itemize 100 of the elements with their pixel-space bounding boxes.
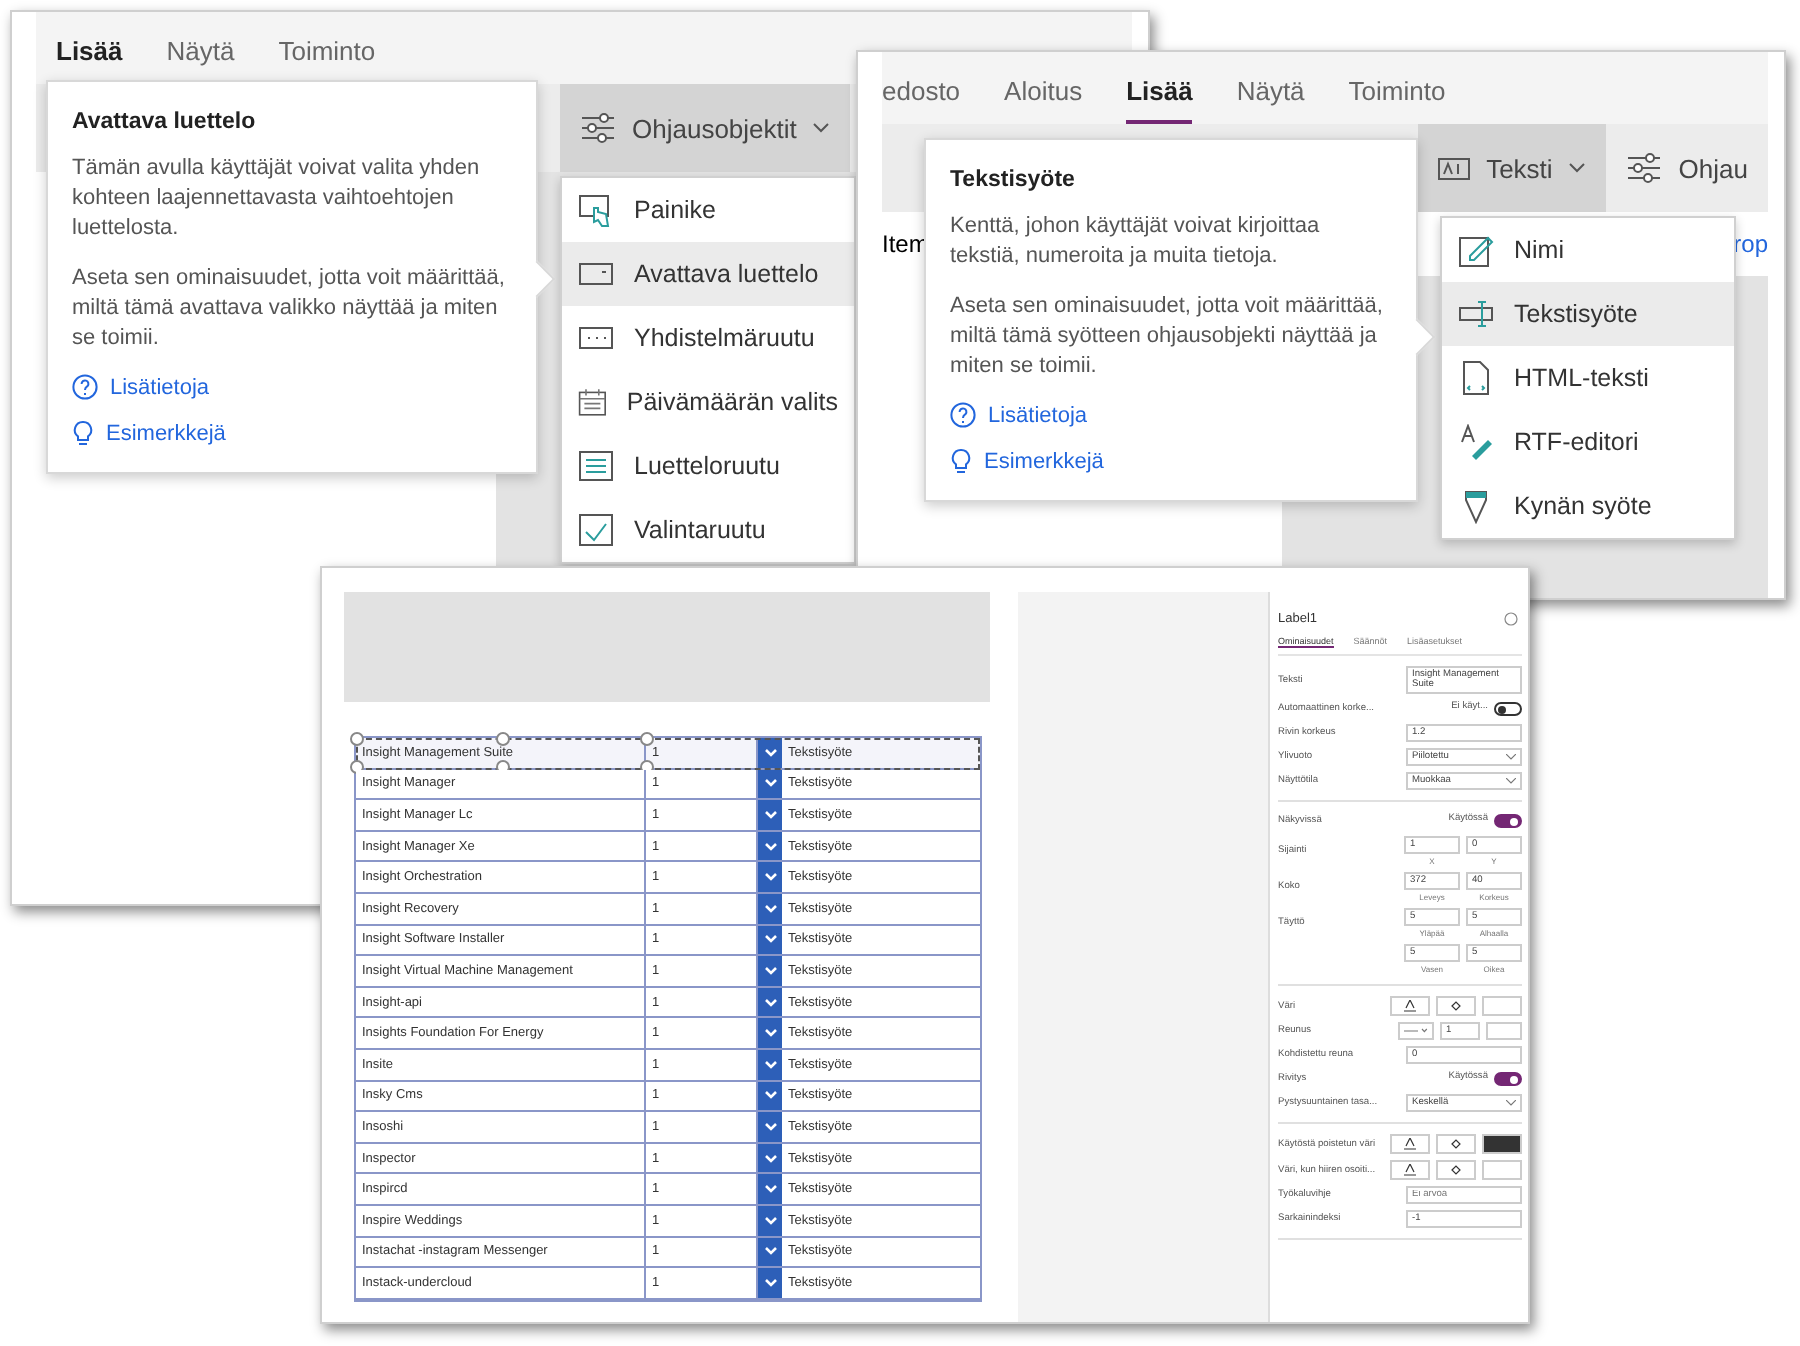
dropdown-toggle[interactable] — [758, 987, 782, 1017]
text-label-icon — [1438, 157, 1471, 179]
tooltip-text: Kenttä, johon käyttäjät voivat kirjoittaa tekstiä, numeroita ja muita tietoja. — [950, 212, 1322, 272]
font-color-icon — [1404, 1164, 1416, 1176]
sliders-icon — [580, 112, 616, 144]
chevron-down-icon — [763, 934, 777, 945]
menu-item[interactable]: Tekstisyöte — [1442, 282, 1734, 346]
fill-color-button[interactable] — [1436, 1134, 1476, 1154]
text-cursor-icon — [1458, 296, 1494, 332]
chevron-down-icon — [1506, 1100, 1516, 1106]
paint-bucket-icon — [1450, 1000, 1462, 1012]
font-color-button[interactable] — [1390, 1134, 1430, 1154]
chevron-down-icon — [763, 841, 777, 852]
checkbox-icon — [578, 514, 614, 546]
text-button[interactable]: Teksti — [1418, 124, 1607, 212]
ribbon-tab[interactable]: edosto — [882, 76, 961, 124]
tooltip-link[interactable]: Lisätietoja — [72, 374, 210, 400]
menu-item[interactable]: HTML-teksti — [1442, 346, 1734, 410]
ribbon-tab[interactable]: Toiminto — [278, 36, 376, 84]
chevron-down-icon — [763, 1153, 777, 1164]
ribbon-tab[interactable]: Näytä — [166, 36, 235, 84]
chevron-down-icon — [1506, 778, 1516, 784]
help-icon — [950, 402, 976, 428]
dropdown-toggle[interactable] — [758, 1205, 782, 1235]
dropdown-toggle[interactable] — [758, 862, 782, 892]
paint-bucket-icon — [1450, 1164, 1462, 1176]
font-color-button[interactable] — [1390, 1160, 1430, 1180]
line-style-icon — [1404, 1028, 1428, 1034]
chevron-down-icon — [763, 965, 777, 976]
chevron-down-icon — [763, 1090, 777, 1101]
dropdown-toggle[interactable] — [758, 925, 782, 955]
chevron-down-icon — [763, 778, 777, 789]
dropdown-toggle[interactable] — [758, 800, 782, 830]
menu-item[interactable]: Nimi — [1442, 218, 1734, 282]
tooltip-text: Aseta sen ominaisuudet, jotta voit määrittää, miltä tämä avattava valikko näyttää ja miten se toimii. — [72, 264, 507, 354]
tooltip-link[interactable]: Esimerkkejä — [72, 420, 226, 448]
chevron-down-icon — [763, 809, 777, 820]
font-color-icon — [1404, 1138, 1416, 1150]
list-box-icon — [578, 448, 614, 484]
menu-item[interactable]: RTF-editori — [1442, 410, 1734, 474]
lightbulb-icon — [950, 448, 972, 476]
dropdown-toggle[interactable] — [758, 1174, 782, 1204]
toggle-switch[interactable] — [1494, 814, 1522, 828]
dropdown-toggle[interactable] — [758, 738, 782, 768]
color-swatch[interactable] — [1482, 1160, 1522, 1180]
tooltip-link[interactable]: Lisätietoja — [950, 402, 1088, 428]
chevron-down-icon — [1568, 162, 1587, 174]
dropdown-toggle[interactable] — [758, 831, 782, 861]
chevron-down-icon — [763, 1121, 777, 1132]
lightbulb-icon — [72, 420, 94, 448]
tooltip-title: Tekstisyöte — [950, 168, 1077, 192]
menu-item[interactable]: Luetteloruutu — [562, 434, 854, 498]
ribbon-tab[interactable]: Aloitus — [1004, 76, 1083, 124]
menu-item[interactable]: Painike — [562, 178, 854, 242]
dropdown-toggle[interactable] — [758, 1268, 782, 1298]
tooltip-text: Aseta sen ominaisuudet, jotta voit määrittää, miltä tämä syötteen ohjausobjekti näyttää ja miten se toimii. — [950, 292, 1385, 382]
chevron-down-icon — [763, 997, 777, 1008]
font-color-icon — [1404, 1000, 1416, 1012]
tooltip-link[interactable]: Esimerkkejä — [950, 448, 1104, 476]
property-field[interactable] — [1486, 1022, 1522, 1040]
menu-item[interactable]: Päivämäärän valits — [562, 370, 854, 434]
calendar-icon — [578, 384, 607, 420]
menu-item[interactable]: Yhdistelmäruutu — [562, 306, 854, 370]
chevron-down-icon — [763, 1028, 777, 1039]
dropdown-toggle[interactable] — [758, 1018, 782, 1048]
color-swatch[interactable] — [1482, 996, 1522, 1016]
dropdown-toggle[interactable] — [758, 956, 782, 986]
chevron-down-icon — [763, 1184, 777, 1195]
fill-color-button[interactable] — [1436, 1160, 1476, 1180]
controls-button[interactable]: Ohjausobjektit — [560, 84, 851, 172]
dropdown-toggle[interactable] — [758, 1237, 782, 1267]
dropdown-toggle[interactable] — [758, 1143, 782, 1173]
help-icon[interactable] — [1504, 612, 1518, 626]
chevron-down-icon — [1506, 754, 1516, 760]
ribbon-tab[interactable]: Toiminto — [1348, 76, 1446, 124]
document-icon — [1458, 360, 1494, 396]
chevron-down-icon — [763, 1277, 777, 1288]
sliders-icon — [1626, 152, 1663, 184]
chevron-down-icon — [763, 1215, 777, 1226]
color-swatch[interactable] — [1482, 1134, 1522, 1154]
dropdown-toggle[interactable] — [758, 1112, 782, 1142]
menu-item[interactable]: Valintaruutu — [562, 498, 854, 562]
ribbon-tab[interactable]: Näytä — [1236, 76, 1305, 124]
font-color-button[interactable] — [1390, 996, 1430, 1016]
dropdown-toggle[interactable] — [758, 1081, 782, 1111]
menu-item[interactable]: Avattava luettelo — [562, 242, 854, 306]
dropdown-toggle[interactable] — [758, 893, 782, 924]
toggle-switch[interactable] — [1494, 702, 1522, 716]
dropdown-toggle[interactable] — [758, 1049, 782, 1080]
paint-bucket-icon — [1450, 1138, 1462, 1150]
dropdown-toggle[interactable] — [758, 769, 782, 799]
tooltip-text: Tämän avulla käyttäjät voivat valita yhden kohteen laajennettavasta vaihtoehtojen luettelosta. — [72, 154, 482, 244]
chevron-down-icon — [763, 747, 777, 758]
chevron-down-icon — [763, 1059, 777, 1070]
hand-pointer-icon — [578, 192, 614, 228]
chevron-down-icon — [812, 122, 831, 134]
toggle-switch[interactable] — [1494, 1072, 1522, 1086]
font-pen-icon — [1458, 424, 1494, 460]
menu-item[interactable]: Kynän syöte — [1442, 474, 1734, 538]
fill-color-button[interactable] — [1436, 996, 1476, 1016]
